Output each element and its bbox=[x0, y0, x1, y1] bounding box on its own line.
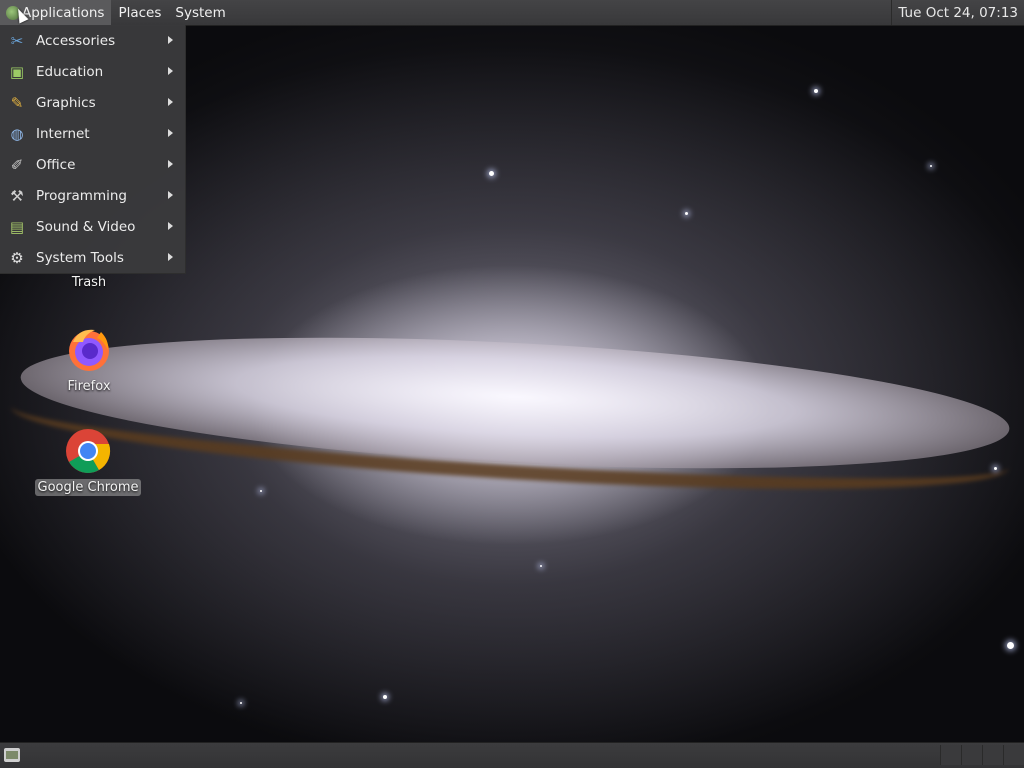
wallpaper-star bbox=[540, 565, 542, 567]
applications-menu-label: Applications bbox=[22, 4, 105, 21]
clock[interactable]: Tue Oct 24, 07:13 bbox=[891, 0, 1024, 25]
clock-text: Tue Oct 24, 07:13 bbox=[898, 4, 1018, 21]
wallpaper-star bbox=[814, 89, 818, 93]
submenu-arrow-icon bbox=[168, 222, 173, 230]
workspace-switcher-2[interactable] bbox=[961, 745, 982, 765]
sound-video-icon: ▤ bbox=[9, 217, 25, 236]
education-icon: ▣ bbox=[9, 62, 25, 81]
bottom-panel bbox=[0, 742, 1024, 768]
desktop-icon-label: Trash bbox=[71, 275, 107, 290]
menu-item-label: Education bbox=[36, 63, 104, 80]
submenu-arrow-icon bbox=[168, 160, 173, 168]
submenu-arrow-icon bbox=[168, 191, 173, 199]
menu-item-label: Programming bbox=[36, 187, 127, 204]
desktop-icon-label: Firefox bbox=[67, 379, 111, 394]
submenu-arrow-icon bbox=[168, 36, 173, 44]
menu-item-system-tools[interactable]: ⚙ System Tools bbox=[0, 242, 185, 273]
wallpaper-star bbox=[489, 171, 494, 176]
submenu-arrow-icon bbox=[168, 98, 173, 106]
desktop-icon-firefox[interactable]: Firefox bbox=[34, 326, 144, 395]
menu-item-internet[interactable]: ◍ Internet bbox=[0, 118, 185, 149]
workspace-switcher-4[interactable] bbox=[1003, 745, 1024, 765]
accessories-icon: ✂ bbox=[10, 31, 24, 50]
menu-item-label: Accessories bbox=[36, 32, 116, 49]
menu-item-programming[interactable]: ⚒ Programming bbox=[0, 180, 185, 211]
submenu-arrow-icon bbox=[168, 129, 173, 137]
menu-item-label: Sound & Video bbox=[36, 218, 136, 235]
top-panel: Applications Places System Tue Oct 24, 0… bbox=[0, 0, 1024, 26]
wallpaper-star bbox=[260, 490, 262, 492]
places-menu-button[interactable]: Places bbox=[111, 0, 168, 25]
places-menu-label: Places bbox=[118, 4, 162, 21]
applications-dropdown-menu: ✂ Accessories ▣ Education ✎ Graphics ◍ I… bbox=[0, 25, 186, 274]
system-menu-label: System bbox=[175, 4, 226, 21]
menu-item-label: Office bbox=[36, 156, 76, 173]
wallpaper-star bbox=[383, 695, 387, 699]
firefox-icon bbox=[69, 329, 109, 371]
workspace-switcher-3[interactable] bbox=[982, 745, 1003, 765]
internet-icon: ◍ bbox=[10, 124, 24, 143]
workspace-switcher-1[interactable] bbox=[940, 745, 961, 765]
programming-icon: ⚒ bbox=[10, 186, 24, 205]
system-tools-icon: ⚙ bbox=[10, 248, 24, 267]
menu-item-office[interactable]: ✐ Office bbox=[0, 149, 185, 180]
wallpaper-star bbox=[685, 212, 688, 215]
menu-item-sound-video[interactable]: ▤ Sound & Video bbox=[0, 211, 185, 242]
menu-item-label: Graphics bbox=[36, 94, 96, 111]
menu-item-graphics[interactable]: ✎ Graphics bbox=[0, 87, 185, 118]
submenu-arrow-icon bbox=[168, 253, 173, 261]
office-icon: ✐ bbox=[10, 155, 24, 174]
desktop-icon-label: Google Chrome bbox=[34, 479, 142, 496]
wallpaper-star bbox=[240, 702, 242, 704]
chrome-icon bbox=[66, 429, 111, 473]
desktop-icon-google-chrome[interactable]: Google Chrome bbox=[33, 427, 143, 496]
menu-item-label: Internet bbox=[36, 125, 90, 142]
wallpaper-star bbox=[994, 467, 997, 470]
desktop-icon-trash[interactable]: Trash bbox=[34, 274, 144, 291]
wallpaper-star bbox=[1007, 642, 1014, 649]
show-desktop-icon[interactable] bbox=[4, 748, 20, 762]
system-menu-button[interactable]: System bbox=[168, 0, 232, 25]
menu-item-education[interactable]: ▣ Education bbox=[0, 56, 185, 87]
graphics-icon: ✎ bbox=[10, 93, 24, 112]
menu-item-accessories[interactable]: ✂ Accessories bbox=[0, 25, 185, 56]
menu-item-label: System Tools bbox=[36, 249, 124, 266]
submenu-arrow-icon bbox=[168, 67, 173, 75]
wallpaper-star bbox=[930, 165, 932, 167]
